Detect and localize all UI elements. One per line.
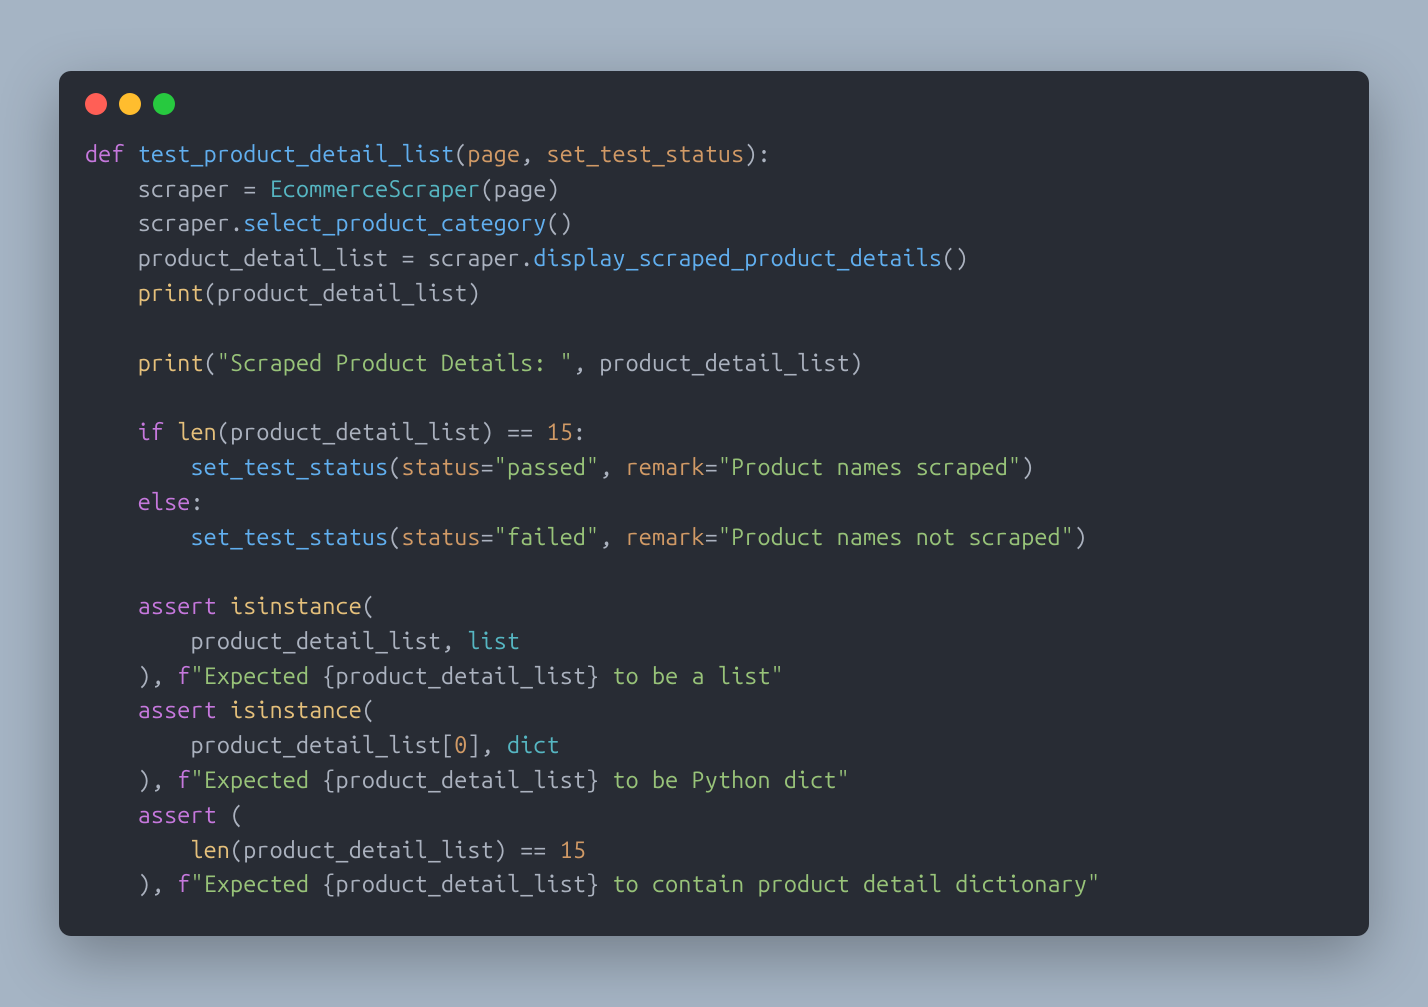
keyword-if: if [138,419,164,445]
builtin-isinstance: isinstance [230,593,362,619]
function-name: test_product_detail_list [138,141,454,167]
keyword-assert: assert [138,593,217,619]
string-passed: "passed" [494,454,599,480]
method-display-details: display_scraped_product_details [533,245,942,271]
param-page: page [467,141,520,167]
fstring-list: to be a list" [599,663,784,689]
close-icon[interactable] [85,93,107,115]
type-dict: dict [507,732,560,758]
var-scraper: scraper [138,176,230,202]
window-titlebar [59,71,1369,127]
string-scraped-details: "Scraped Product Details: " [217,350,573,376]
number-15: 15 [547,419,573,445]
builtin-len: len [177,419,217,445]
fstring-contain: to contain product detail dictionary" [599,871,1100,897]
keyword-else: else [138,489,191,515]
code-window: def test_product_detail_list(page, set_t… [59,71,1369,937]
string-failed: "failed" [494,524,599,550]
string-remark-fail: "Product names not scraped" [718,524,1074,550]
fstring-dict: to be Python dict" [599,767,850,793]
keyword-def: def [85,141,125,167]
string-remark-pass: "Product names scraped" [718,454,1021,480]
class-ecommerce-scraper: EcommerceScraper [270,176,481,202]
number-0: 0 [454,732,467,758]
code-block: def test_product_detail_list(page, set_t… [59,127,1369,937]
maximize-icon[interactable] [153,93,175,115]
builtin-print: print [138,280,204,306]
type-list: list [467,628,520,654]
param-set-test-status: set_test_status [547,141,745,167]
var-product-list: product_detail_list [138,245,389,271]
method-select-category: select_product_category [243,210,546,236]
minimize-icon[interactable] [119,93,141,115]
